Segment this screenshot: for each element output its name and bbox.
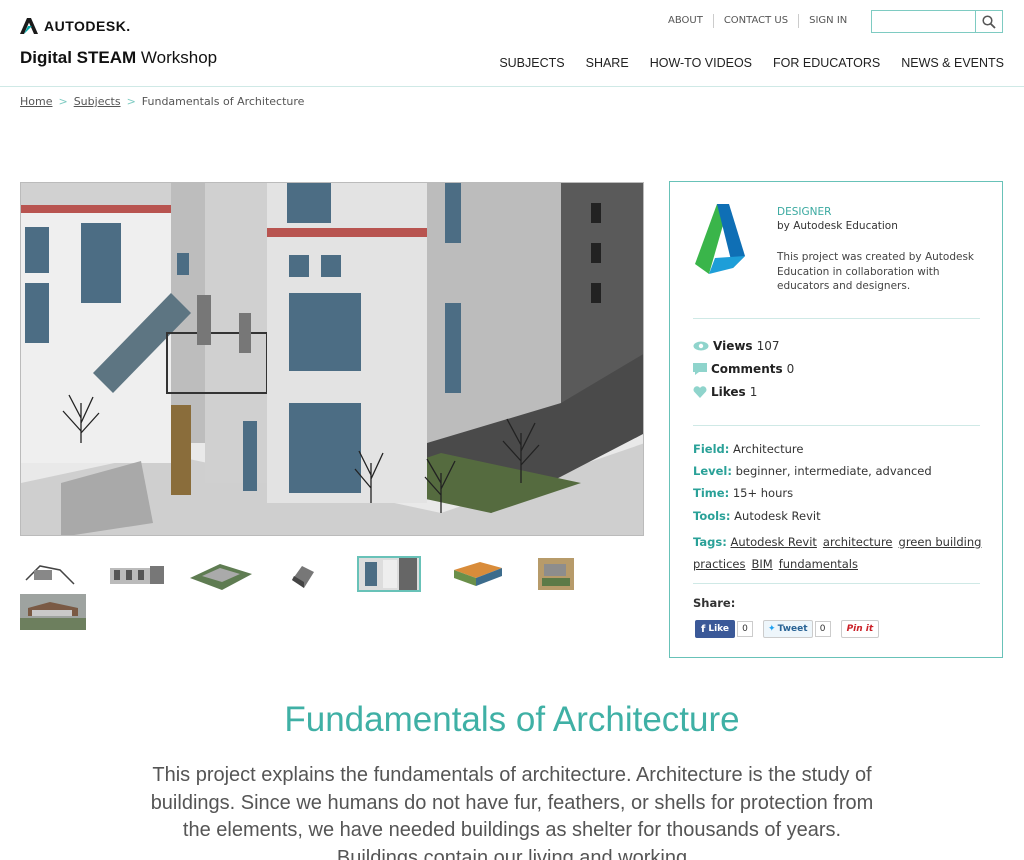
thumbnail-4[interactable] (284, 556, 320, 592)
site-title-bold: Digital STEAM (20, 48, 137, 67)
header-divider (0, 86, 1024, 87)
autodesk-logo-icon (20, 18, 38, 34)
thumbnail-1[interactable] (20, 556, 80, 592)
search-icon (982, 14, 996, 29)
panel-divider (693, 318, 980, 319)
likes-stat[interactable]: Likes 1 (693, 385, 757, 399)
eye-icon (693, 341, 709, 351)
tools-value: Autodesk Revit (734, 509, 821, 523)
share-label: Share: (693, 596, 736, 610)
thumbnail-3[interactable] (186, 556, 256, 592)
hero-image[interactable] (20, 182, 644, 536)
designer-description: This project was created by Autodesk Edu… (777, 251, 975, 292)
breadcrumb-subjects[interactable]: Subjects (74, 95, 121, 108)
tag-link[interactable]: fundamentals (779, 557, 858, 571)
nav-news-events[interactable]: NEWS & EVENTS (901, 56, 1004, 70)
thumbnail-6[interactable] (450, 556, 506, 592)
util-signin-link[interactable]: SIGN IN (798, 14, 857, 28)
time-label: Time: (693, 486, 730, 500)
twitter-icon: ✦ (768, 624, 776, 634)
breadcrumb: Home > Subjects > Fundamentals of Architectu… (20, 95, 304, 108)
breadcrumb-separator: > (126, 95, 136, 108)
views-stat: Views 107 (693, 339, 779, 353)
time-row: Time: 15+ hours (693, 486, 793, 500)
autodesk-logo[interactable]: AUTODESK. (20, 18, 131, 34)
project-info-panel: DESIGNER by Autodesk Education This proj… (669, 181, 1003, 658)
panel-divider (693, 425, 980, 426)
field-row: Field: Architecture (693, 442, 803, 456)
level-row: Level: beginner, intermediate, advanced (693, 464, 932, 478)
building-render-image (21, 183, 643, 535)
pinterest-button[interactable]: Pin it (840, 620, 880, 638)
util-about-link[interactable]: ABOUT (658, 14, 713, 28)
tag-link[interactable]: architecture (823, 535, 893, 549)
site-title[interactable]: Digital STEAM Workshop (20, 48, 217, 68)
comment-icon (693, 363, 707, 375)
facebook-like-count: 0 (737, 621, 754, 637)
nav-share[interactable]: SHARE (586, 56, 629, 70)
facebook-like-label: Like (708, 624, 730, 634)
nav-subjects[interactable]: SUBJECTS (499, 56, 564, 70)
field-value: Architecture (733, 442, 804, 456)
tags-label: Tags: (693, 535, 727, 549)
page-title: Fundamentals of Architecture (284, 700, 740, 739)
breadcrumb-home[interactable]: Home (20, 95, 52, 108)
facebook-like-button[interactable]: f Like (695, 620, 736, 638)
level-label: Level: (693, 464, 732, 478)
tweet-count: 0 (814, 621, 831, 637)
likes-count: 1 (749, 385, 758, 399)
level-value: beginner, intermediate, advanced (735, 464, 932, 478)
views-count: 107 (756, 339, 780, 353)
utility-nav: ABOUT CONTACT US SIGN IN (658, 14, 857, 28)
autodesk-education-logo-icon (695, 204, 745, 274)
breadcrumb-current: Fundamentals of Architecture (141, 95, 305, 108)
designer-name[interactable]: by Autodesk Education (777, 220, 898, 232)
main-nav: SUBJECTS SHARE HOW-TO VIDEOS FOR EDUCATO… (499, 56, 1004, 70)
comments-stat: Comments 0 (693, 362, 794, 376)
breadcrumb-separator: > (58, 95, 68, 108)
likes-label: Likes (711, 385, 746, 399)
brand-name: AUTODESK. (44, 18, 131, 34)
views-label: Views (713, 339, 753, 353)
project-intro-text: This project explains the fundamentals o… (150, 764, 874, 860)
search-input[interactable] (871, 10, 1003, 33)
heart-icon (693, 386, 707, 398)
comments-count: 0 (786, 362, 795, 376)
tags-row: Tags: Autodesk Revit architecture green bu… (693, 531, 983, 575)
field-label: Field: (693, 442, 730, 456)
nav-how-to-videos[interactable]: HOW-TO VIDEOS (650, 56, 752, 70)
panel-divider (693, 583, 980, 584)
search-button[interactable] (975, 11, 1002, 32)
facebook-like-group: f Like 0 (695, 620, 754, 638)
thumbnail-7[interactable] (536, 556, 576, 592)
thumbnail-5-selected[interactable] (357, 556, 421, 592)
pinterest-label: Pin it (846, 624, 874, 634)
tag-link[interactable]: Autodesk Revit (730, 535, 816, 549)
tag-link[interactable]: BIM (752, 557, 773, 571)
tweet-label: Tweet (777, 624, 808, 634)
comments-label: Comments (711, 362, 783, 376)
designer-label: DESIGNER (777, 206, 832, 218)
site-title-rest: Workshop (136, 48, 218, 67)
time-value: 15+ hours (732, 486, 794, 500)
share-buttons: f Like 0 ✦ Tweet 0 Pin it (695, 620, 880, 638)
tweet-button[interactable]: ✦ Tweet (763, 620, 813, 638)
thumbnail-8[interactable] (20, 594, 86, 630)
tools-row: Tools: Autodesk Revit (693, 509, 821, 523)
thumbnail-2[interactable] (104, 556, 170, 592)
util-contact-link[interactable]: CONTACT US (712, 14, 798, 28)
tweet-group: ✦ Tweet 0 (763, 620, 831, 638)
tools-label: Tools: (693, 509, 731, 523)
facebook-icon: f (701, 623, 706, 635)
nav-for-educators[interactable]: FOR EDUCATORS (773, 56, 880, 70)
